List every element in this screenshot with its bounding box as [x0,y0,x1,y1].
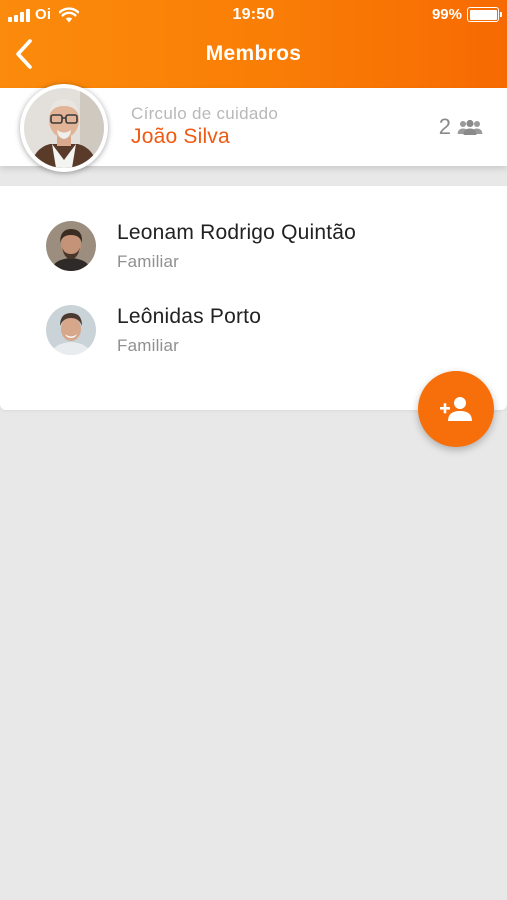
member-role: Familiar [117,336,180,355]
page-title: Membros [205,42,302,65]
list-item[interactable]: Leonam Rodrigo Quintão Familiar [0,204,507,288]
avatar [46,221,96,271]
members-list: Leonam Rodrigo Quintão Familiar Leônidas… [0,186,507,410]
people-icon [457,119,483,135]
member-count: 2 [438,114,451,139]
status-right: 99% [431,6,502,23]
care-circle-caption: Círculo de cuidado [131,104,279,123]
status-bar: Oi 19:50 99% [0,0,507,30]
add-member-button[interactable] [418,371,494,447]
battery-percent: 99% [431,6,462,23]
avatar [46,305,96,355]
member-name: Leônidas Porto [117,305,262,328]
patient-photo [24,88,104,168]
member-count-button[interactable]: 2 [439,114,483,140]
add-person-icon [440,397,472,421]
app-header: Oi 19:50 99% Membros [0,0,507,88]
nav-bar: Membros [0,30,507,88]
status-time: 19:50 [232,6,275,23]
patient-name: João Silva [131,125,230,148]
battery-icon [467,7,502,22]
member-role: Familiar [117,252,180,271]
list-item[interactable]: Leônidas Porto Familiar [0,288,507,372]
care-circle-card[interactable]: Círculo de cuidado João Silva 2 [0,84,507,172]
patient-avatar[interactable] [20,84,108,172]
member-name: Leonam Rodrigo Quintão [117,221,357,244]
